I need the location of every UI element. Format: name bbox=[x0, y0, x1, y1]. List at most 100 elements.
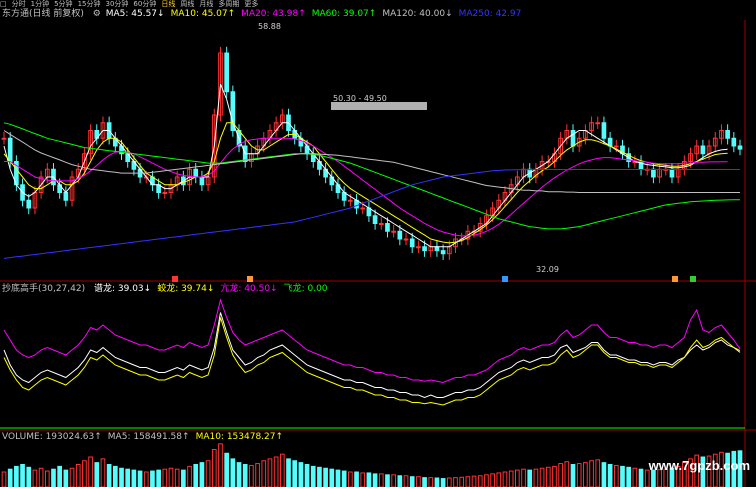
event-tag[interactable] bbox=[247, 276, 253, 282]
volume-bar bbox=[273, 456, 279, 487]
event-tag[interactable] bbox=[672, 276, 678, 282]
volume-bar bbox=[211, 449, 217, 487]
volume-bar bbox=[137, 470, 143, 487]
candle-body bbox=[613, 145, 619, 148]
volume-bar bbox=[576, 463, 582, 487]
volume-bar bbox=[496, 472, 502, 487]
volume-bar bbox=[508, 470, 514, 487]
volume-bar bbox=[267, 458, 273, 487]
volume-bar bbox=[385, 474, 390, 487]
volume-bar bbox=[125, 468, 131, 487]
volume-bar bbox=[230, 458, 236, 487]
volume-bar bbox=[106, 464, 112, 487]
event-tag[interactable] bbox=[172, 276, 178, 282]
volume-bar bbox=[224, 452, 229, 487]
volume-bar bbox=[88, 456, 93, 487]
volume-bar bbox=[310, 465, 316, 487]
event-tag[interactable] bbox=[690, 276, 696, 282]
volume-bar bbox=[143, 471, 149, 487]
volume-bar bbox=[484, 474, 489, 487]
candle-body bbox=[63, 192, 69, 201]
volume-bar bbox=[539, 467, 545, 487]
event-tag[interactable] bbox=[502, 276, 508, 282]
volume-bar bbox=[570, 464, 576, 487]
volume-bar bbox=[218, 443, 223, 487]
volume-bar bbox=[607, 464, 613, 487]
volume-bar bbox=[545, 466, 551, 487]
volume-bar bbox=[558, 463, 563, 487]
indicator-line bbox=[3, 298, 741, 384]
volume-bar bbox=[292, 460, 298, 487]
range-label: 50.30 - 49.50 bbox=[333, 94, 387, 103]
volume-bar bbox=[94, 462, 100, 487]
volume-bar bbox=[286, 458, 291, 487]
candle-body bbox=[7, 137, 13, 162]
volume-bar bbox=[168, 467, 174, 487]
volume-bar bbox=[242, 464, 248, 487]
candle-body bbox=[360, 207, 366, 210]
ma-line-ma20 bbox=[4, 137, 728, 237]
volume-bar bbox=[317, 466, 322, 487]
candle-body bbox=[669, 168, 675, 178]
volume-bar bbox=[521, 468, 526, 487]
volume-bar bbox=[63, 469, 69, 487]
indicator-value: 亢龙: 40.50↓ bbox=[220, 284, 278, 294]
volume-bar bbox=[181, 469, 186, 487]
candle-body bbox=[434, 246, 440, 252]
volume-bar bbox=[174, 468, 180, 487]
volume-bar bbox=[595, 459, 601, 487]
volume-bar bbox=[527, 469, 533, 487]
volume-bar bbox=[397, 475, 403, 487]
watermark: www.7gpzb.com bbox=[648, 458, 750, 473]
volume-legend-group: VOLUME: 193024.63↑ MA5: 158491.58↑ MA10: 1… bbox=[2, 432, 289, 442]
volume-bar bbox=[7, 468, 13, 487]
candle-body bbox=[1, 137, 7, 140]
candle-body bbox=[348, 199, 353, 202]
candle-body bbox=[651, 168, 656, 178]
volume-bar bbox=[261, 460, 267, 487]
volume-bar bbox=[348, 471, 353, 487]
volume-bar bbox=[403, 475, 409, 487]
volume-bar bbox=[453, 477, 458, 487]
volume-bar bbox=[298, 462, 304, 487]
volume-bar bbox=[119, 467, 124, 487]
volume-bar bbox=[366, 472, 372, 487]
volume-legend: VOLUME: 193024.63↑ MA5: 158491.58↑ MA10: 1… bbox=[2, 432, 295, 443]
volume-bar bbox=[638, 468, 644, 487]
volume-value: MA5: 158491.58↑ bbox=[107, 432, 190, 442]
candle-body bbox=[193, 168, 199, 178]
volume-bar bbox=[1, 471, 7, 487]
volume-bar bbox=[255, 463, 260, 487]
volume-bar bbox=[632, 467, 638, 487]
volume-bar bbox=[131, 469, 137, 487]
indicator-line bbox=[3, 312, 741, 399]
indicator-line bbox=[3, 317, 741, 406]
volume-bar bbox=[372, 473, 378, 487]
volume-bar bbox=[391, 474, 396, 487]
volume-bar bbox=[335, 469, 341, 487]
volume-bar bbox=[465, 476, 471, 487]
candle-body bbox=[601, 122, 607, 139]
indicator-title: 抄底高手(30,27,42) bbox=[2, 284, 86, 294]
volume-value: MA10: 153478.27↑ bbox=[195, 432, 284, 442]
volume-bar bbox=[329, 468, 335, 487]
low-price-label: 32.09 bbox=[536, 265, 559, 274]
volume-bar bbox=[112, 465, 118, 487]
volume-bar bbox=[502, 471, 508, 487]
volume-bar bbox=[14, 465, 19, 487]
volume-bar bbox=[434, 477, 440, 487]
volume-bar bbox=[360, 472, 366, 487]
candle-body bbox=[570, 130, 576, 147]
indicator-legend: 抄底高手(30,27,42) 谱龙: 39.03↓ 蛟龙: 39.74↓ 亢龙: 4… bbox=[2, 284, 340, 295]
volume-bar bbox=[150, 470, 155, 487]
volume-bar bbox=[552, 465, 557, 487]
candle-body bbox=[26, 199, 32, 209]
volume-bar bbox=[620, 465, 625, 487]
volume-bar bbox=[515, 469, 520, 487]
volume-bar bbox=[583, 462, 588, 487]
volume-bar bbox=[199, 462, 205, 487]
volume-bar bbox=[409, 476, 415, 487]
volume-bar bbox=[51, 468, 56, 487]
candle-body bbox=[403, 238, 409, 241]
candle-body bbox=[731, 137, 737, 147]
